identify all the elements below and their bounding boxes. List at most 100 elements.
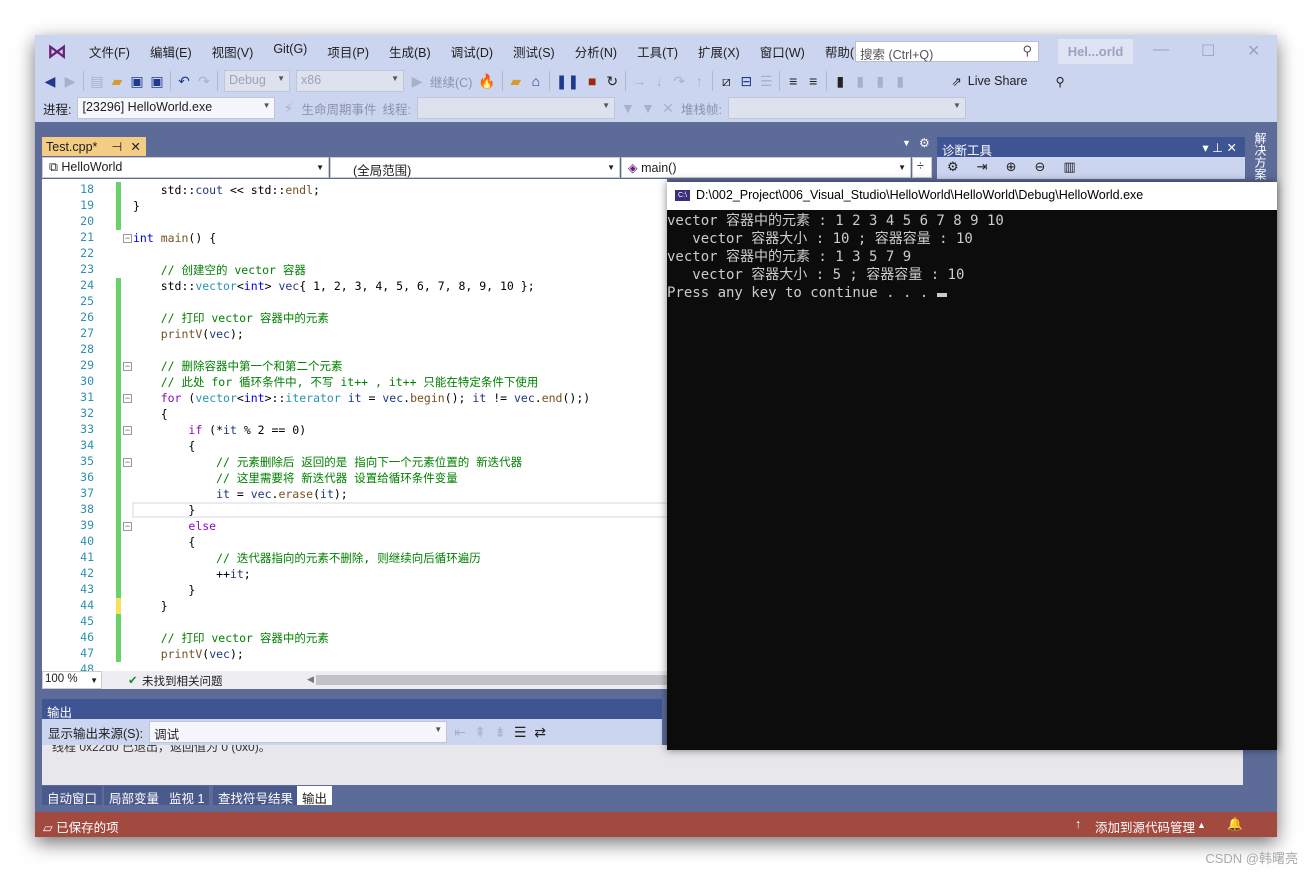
menu-item[interactable]: 编辑(E) (140, 42, 202, 61)
zoom-in-icon[interactable]: ⊕ (1006, 159, 1017, 177)
horizontal-scrollbar[interactable] (316, 675, 667, 685)
tab-close-icon[interactable]: ✕ (130, 140, 140, 154)
show-next-statement-icon[interactable]: → (632, 73, 646, 89)
process-select[interactable]: [23296] HelloWorld.exe ▼ (77, 97, 276, 119)
bottom-tab[interactable]: 查找符号结果 (213, 786, 299, 806)
bottom-tab[interactable]: 自动窗口 (42, 786, 103, 806)
split-icon[interactable]: ÷ (912, 157, 932, 178)
notifications-icon[interactable]: 🔔 (1227, 817, 1243, 832)
zoom-out-icon[interactable]: ⊖ (1034, 159, 1045, 177)
back-icon[interactable]: ◀ (43, 73, 57, 90)
collapse-icon[interactable]: − (123, 426, 132, 435)
pause-icon[interactable]: ❚❚ (556, 73, 579, 90)
console-title-bar[interactable]: C:\ D:\002_Project\006_Visual_Studio\Hell… (667, 182, 1277, 210)
search-input[interactable]: 搜索 (Ctrl+Q) ⚲ (855, 41, 1039, 62)
clear-bookmarks-icon[interactable]: ▮ (893, 73, 907, 90)
code-line: int main() { (133, 230, 216, 246)
stack-frame-select[interactable]: ▼ (727, 97, 966, 119)
menu-item[interactable]: 调试(D) (441, 42, 503, 61)
scope-nav-select[interactable]: (全局范围) ▼ (330, 157, 620, 178)
close-button[interactable]: ✕ (1247, 41, 1260, 61)
menu-item[interactable]: 视图(V) (202, 42, 264, 61)
console-window[interactable]: C:\ D:\002_Project\006_Visual_Studio\Hell… (667, 182, 1277, 750)
zoom-select[interactable]: 100 % ▼ (42, 671, 102, 689)
minimize-button[interactable]: — (1153, 41, 1169, 59)
bookmark-icon[interactable]: ▮ (833, 73, 847, 90)
threads-icon[interactable]: ☰ (759, 73, 773, 90)
find-message-icon[interactable]: ⇤ (453, 724, 467, 741)
undo-icon[interactable]: ↶ (177, 73, 191, 90)
collapse-icon[interactable]: − (123, 362, 132, 371)
next-bookmark-icon[interactable]: ▮ (873, 73, 887, 90)
collapse-icon[interactable]: − (123, 522, 132, 531)
platform-select[interactable]: x86 ▼ (296, 70, 404, 92)
pin-icon[interactable]: ⊣ (111, 140, 122, 154)
redo-icon[interactable]: ↷ (197, 73, 211, 90)
comment-icon[interactable]: ≡ (786, 73, 800, 89)
collapse-icon[interactable]: − (123, 394, 132, 403)
code-token: < (236, 391, 244, 405)
word-wrap-icon[interactable]: ⇄ (533, 724, 547, 741)
scroll-left-icon[interactable]: ◀ (307, 674, 314, 685)
filter-icon[interactable]: ▼ (621, 100, 635, 116)
collapse-icon[interactable]: − (123, 458, 132, 467)
menu-item[interactable]: 扩展(X) (688, 42, 750, 61)
save-all-icon[interactable]: ▣ (150, 73, 164, 90)
forward-icon[interactable]: ▶ (63, 73, 77, 90)
output-source-select[interactable]: 调试 ▼ (149, 721, 448, 743)
menu-item[interactable]: 项目(P) (317, 42, 379, 61)
open-folder-icon[interactable]: ▰ (110, 73, 124, 90)
maximize-button[interactable]: ☐ (1201, 41, 1215, 61)
menu-item[interactable]: 生成(B) (379, 42, 441, 61)
uncomment-icon[interactable]: ≡ (806, 73, 820, 89)
prev-message-icon[interactable]: ⇞ (473, 724, 487, 741)
stop-icon[interactable]: ■ (585, 73, 599, 89)
chart-icon[interactable]: ▥ (1063, 159, 1075, 177)
configuration-select[interactable]: Debug ▼ (224, 70, 290, 92)
home-icon[interactable]: ⌂ (529, 73, 543, 89)
step-over-icon[interactable]: ↷ (672, 73, 686, 90)
diag-close-icon[interactable]: ▾ ⊥ ✕ (1202, 140, 1237, 155)
menu-item[interactable]: Git(G) (263, 42, 317, 61)
restart-icon[interactable]: ↻ (605, 73, 619, 90)
add-to-source-control-button[interactable]: 添加到源代码管理 (1095, 817, 1195, 836)
step-out-icon[interactable]: ↑ (692, 73, 706, 89)
diag-settings-icon[interactable]: ⚙ (947, 159, 959, 177)
issues-status[interactable]: 未找到相关问题 (142, 673, 223, 689)
find-in-files-icon[interactable]: ▰ (509, 73, 523, 90)
prev-bookmark-icon[interactable]: ▮ (853, 73, 867, 90)
menu-item[interactable]: 文件(F) (79, 42, 140, 61)
menu-item[interactable]: 工具(T) (627, 42, 688, 61)
menu-item[interactable]: 窗口(W) (750, 42, 815, 61)
feedback-icon[interactable]: ⚲ (1056, 74, 1065, 89)
menu-item[interactable]: 分析(N) (565, 42, 627, 61)
save-icon[interactable]: ▣ (130, 73, 144, 90)
tab-test-cpp[interactable]: Test.cpp* ⊣ ✕ (42, 137, 146, 156)
collapse-icon[interactable]: − (123, 234, 132, 243)
bottom-tab[interactable]: 局部变量 (104, 786, 165, 806)
step-into-icon[interactable]: ↓ (652, 73, 666, 89)
flag-icon[interactable]: ▼ (641, 100, 655, 116)
output-content[interactable]: 线程 0x22d0 已退出，返回值为 0 (0x0)。 (42, 745, 1243, 785)
menu-item[interactable]: 测试(S) (503, 42, 565, 61)
clear-all-icon[interactable]: ☰ (513, 724, 527, 741)
live-share-button[interactable]: Live Share (968, 74, 1028, 88)
code-editor[interactable]: 18 std::cout << std::endl; 19} 20 21− int ma… (42, 179, 667, 671)
continue-button[interactable]: 继续(C) (430, 72, 472, 91)
hex-display-icon[interactable]: ⧄ (719, 73, 733, 90)
project-nav-select[interactable]: ⧉ HelloWorld ▼ (42, 157, 329, 178)
member-nav-select[interactable]: ◈ main() ▼ (621, 157, 911, 178)
tab-dropdown-icon[interactable]: ▼ (902, 138, 911, 148)
new-item-icon[interactable]: ▤ (90, 73, 104, 90)
lifecycle-events-button[interactable]: 生命周期事件 (301, 99, 376, 118)
diag-export-icon[interactable]: ⇥ (977, 159, 988, 177)
settings-icon[interactable]: ⚙ (919, 136, 930, 150)
breakpoint-icon[interactable]: ⊟ (739, 73, 753, 90)
solution-name[interactable]: Hel...orld (1058, 39, 1133, 64)
flag-threads-icon[interactable]: ✕ (661, 100, 675, 117)
hot-reload-icon[interactable]: 🔥 (478, 73, 495, 90)
bottom-tab[interactable]: 监视 1 (164, 786, 210, 806)
bottom-tab[interactable]: 输出 (297, 786, 333, 806)
next-message-icon[interactable]: ⇟ (493, 724, 507, 741)
thread-select[interactable]: ▼ (416, 97, 615, 119)
